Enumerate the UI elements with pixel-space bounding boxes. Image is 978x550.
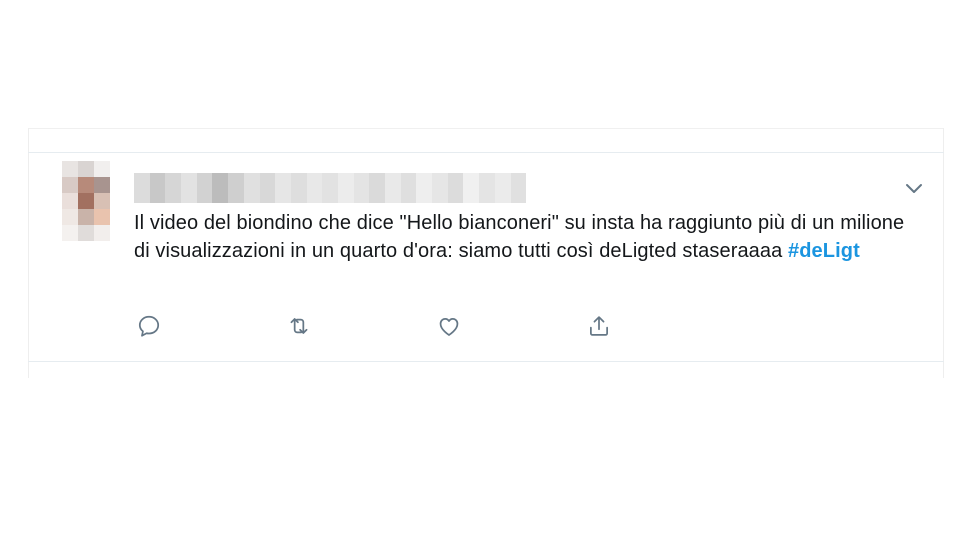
avatar-pixel [94, 209, 110, 225]
name-pixel [165, 173, 182, 203]
retweet-icon [290, 318, 308, 334]
name-pixel [510, 173, 527, 203]
name-pixel [416, 173, 433, 203]
avatar-pixel [62, 177, 78, 193]
name-pixel [290, 173, 307, 203]
tweet-card[interactable]: Il video del biondino che dice "Hello bi… [28, 152, 944, 362]
reply-button[interactable] [134, 311, 164, 341]
name-pixel [322, 173, 338, 203]
reply-icon [138, 315, 160, 337]
name-pixel [275, 173, 291, 203]
name-pixel [385, 173, 401, 203]
frame-divider [28, 128, 944, 129]
avatar-pixel [62, 241, 78, 257]
retweet-button[interactable] [284, 311, 314, 341]
name-pixel [181, 173, 197, 203]
name-pixel [353, 173, 370, 203]
name-pixel [212, 173, 229, 203]
name-pixel [337, 173, 354, 203]
name-pixel [259, 173, 276, 203]
avatar-pixel [94, 177, 110, 193]
avatar-pixel [78, 209, 94, 225]
avatar-pixel [94, 161, 110, 177]
avatar-pixel [94, 225, 110, 241]
avatar-pixel [94, 193, 110, 209]
heart-icon [439, 317, 459, 336]
avatar-pixel [78, 161, 94, 177]
share-icon [590, 316, 608, 336]
name-pixel [400, 173, 417, 203]
name-pixel [134, 173, 150, 203]
avatar-pixel [62, 193, 78, 209]
name-pixel [369, 173, 385, 203]
name-pixel [479, 173, 495, 203]
name-pixel [243, 173, 260, 203]
share-button[interactable] [584, 311, 614, 341]
censored-display-name[interactable] [134, 173, 527, 203]
name-pixel [196, 173, 213, 203]
screenshot-stage: Il video del biondino che dice "Hello bi… [0, 0, 978, 550]
name-pixel [149, 173, 166, 203]
name-pixel [432, 173, 448, 203]
avatar-pixel [62, 209, 78, 225]
like-button[interactable] [434, 311, 464, 341]
avatar-pixel [78, 241, 94, 257]
tweet-text: Il video del biondino che dice "Hello bi… [134, 209, 924, 265]
name-pixel [494, 173, 511, 203]
hashtag-link[interactable]: #deLigt [788, 240, 860, 262]
name-pixel [306, 173, 323, 203]
avatar-pixel [94, 241, 110, 257]
name-pixel [228, 173, 244, 203]
name-pixel [463, 173, 480, 203]
avatar-pixel [62, 161, 78, 177]
name-pixel [447, 173, 464, 203]
avatar-pixel [78, 225, 94, 241]
avatar[interactable] [62, 161, 110, 257]
chevron-down-icon[interactable] [904, 182, 924, 196]
avatar-pixel [78, 193, 94, 209]
avatar-pixel [62, 225, 78, 241]
avatar-pixel [78, 177, 94, 193]
